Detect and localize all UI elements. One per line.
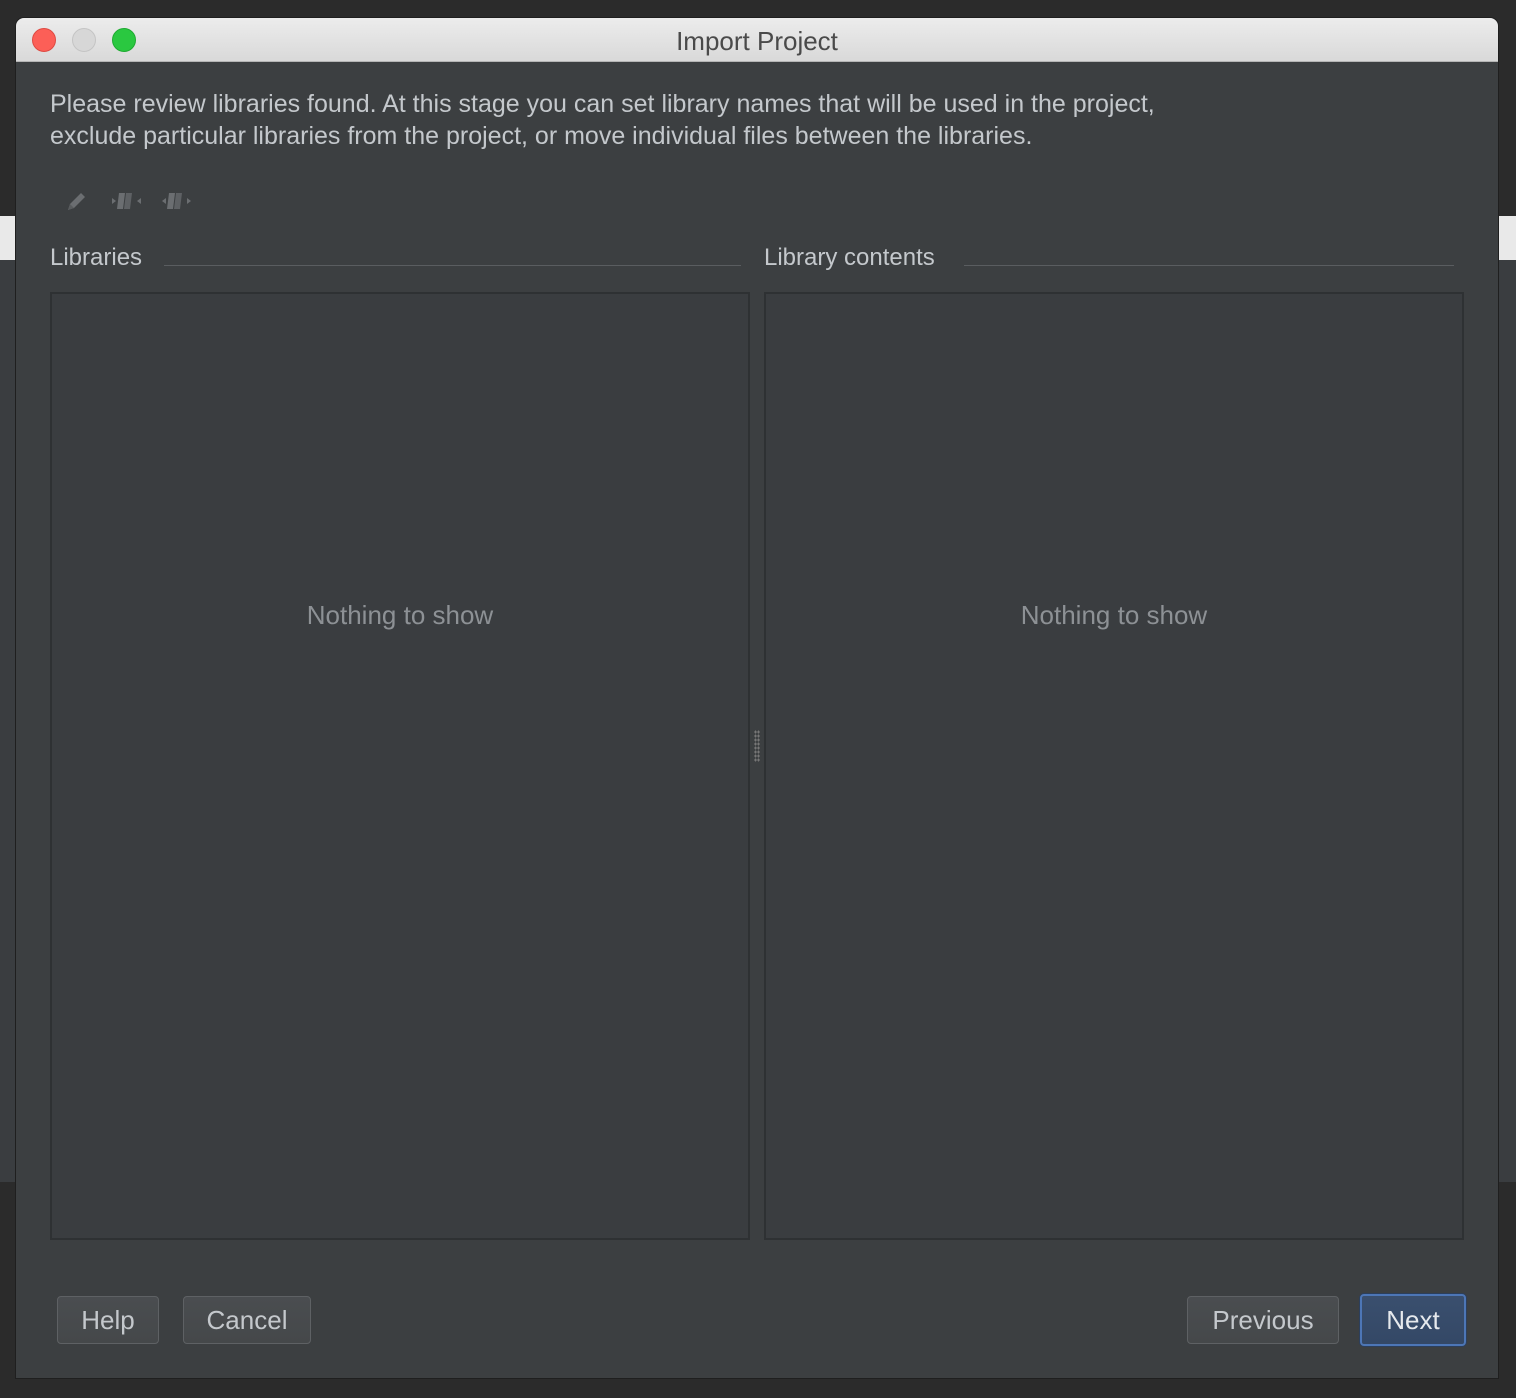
library-toolbar [62, 186, 192, 216]
rename-library-button[interactable] [62, 186, 92, 216]
previous-button[interactable]: Previous [1187, 1296, 1339, 1344]
instructions-text: Please review libraries found. At this s… [50, 88, 1430, 152]
next-button[interactable]: Next [1360, 1294, 1466, 1346]
instructions-line-1: Please review libraries found. At this s… [50, 90, 1155, 118]
library-contents-section-label: Library contents [764, 244, 935, 271]
split-right-icon [161, 188, 193, 214]
import-project-dialog: Import Project Please review libraries f… [16, 18, 1498, 1378]
merge-left-icon [111, 188, 143, 214]
libraries-list[interactable]: Nothing to show [50, 292, 750, 1240]
library-contents-separator [964, 265, 1454, 266]
library-contents-empty-text: Nothing to show [1020, 600, 1208, 630]
libraries-section-label: Libraries [50, 244, 143, 271]
instructions-line-2: exclude particular libraries from the pr… [50, 122, 1033, 150]
merge-libraries-button[interactable] [112, 186, 142, 216]
background-window-edge-right [1498, 216, 1516, 260]
background-window-edge-left [0, 216, 16, 260]
window-title: Import Project [676, 26, 838, 56]
panel-splitter-handle[interactable] [754, 730, 760, 762]
cancel-button[interactable]: Cancel [183, 1296, 311, 1344]
library-contents-tree[interactable]: Nothing to show [764, 292, 1464, 1240]
libraries-empty-text: Nothing to show [306, 600, 494, 630]
split-library-button[interactable] [162, 186, 192, 216]
libraries-separator [164, 265, 741, 266]
title-bar[interactable]: Import Project [16, 18, 1498, 62]
help-button[interactable]: Help [57, 1296, 159, 1344]
pencil-icon [64, 188, 90, 214]
